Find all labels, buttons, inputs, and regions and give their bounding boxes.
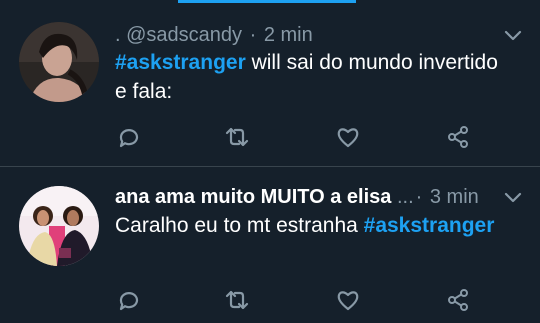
tweet-text: Caralho eu to mt estranha #askstranger bbox=[115, 211, 515, 240]
retweet-icon bbox=[225, 127, 249, 147]
like-button[interactable] bbox=[333, 285, 363, 315]
like-icon bbox=[337, 291, 359, 311]
separator: · bbox=[249, 24, 257, 46]
like-icon bbox=[337, 128, 359, 148]
tweet-header: . @sadscandy · 2 min bbox=[115, 24, 313, 47]
share-icon bbox=[448, 289, 468, 311]
user-handle[interactable]: @sadscandy bbox=[126, 24, 242, 46]
reply-icon bbox=[119, 292, 139, 311]
timestamp[interactable]: 3 min bbox=[430, 186, 479, 208]
retweet-button[interactable] bbox=[222, 285, 252, 315]
timestamp[interactable]: 2 min bbox=[264, 24, 313, 46]
chevron-down-icon[interactable] bbox=[504, 190, 522, 204]
share-button[interactable] bbox=[443, 285, 473, 315]
tweet-text-rest: Caralho eu to mt estranha bbox=[115, 214, 364, 237]
user-display-name[interactable]: ana ama muito MUITO a elisa bbox=[115, 186, 391, 208]
tweet-text: #askstranger will sai do mundo invertido… bbox=[115, 48, 515, 106]
avatar[interactable] bbox=[19, 22, 99, 102]
tweet-header: ana ama muito MUITO a elisa ... · 3 min bbox=[115, 186, 479, 209]
retweet-icon bbox=[225, 290, 249, 310]
reply-button[interactable] bbox=[114, 122, 144, 152]
like-button[interactable] bbox=[333, 122, 363, 152]
retweet-button[interactable] bbox=[222, 122, 252, 152]
reply-icon bbox=[119, 129, 139, 148]
chevron-down-icon[interactable] bbox=[504, 28, 522, 42]
tweet-actions bbox=[0, 122, 540, 152]
tweet[interactable]: . @sadscandy · 2 min #askstranger will s… bbox=[0, 0, 540, 167]
separator: · bbox=[415, 186, 423, 208]
reply-button[interactable] bbox=[114, 285, 144, 315]
share-icon bbox=[448, 126, 468, 148]
tweet-actions bbox=[0, 285, 540, 315]
prefix: . bbox=[115, 24, 127, 46]
hashtag-link[interactable]: #askstranger bbox=[115, 51, 246, 74]
user-handle[interactable]: ... bbox=[397, 186, 414, 208]
share-button[interactable] bbox=[443, 122, 473, 152]
hashtag-link[interactable]: #askstranger bbox=[364, 214, 495, 237]
avatar[interactable] bbox=[19, 186, 99, 266]
